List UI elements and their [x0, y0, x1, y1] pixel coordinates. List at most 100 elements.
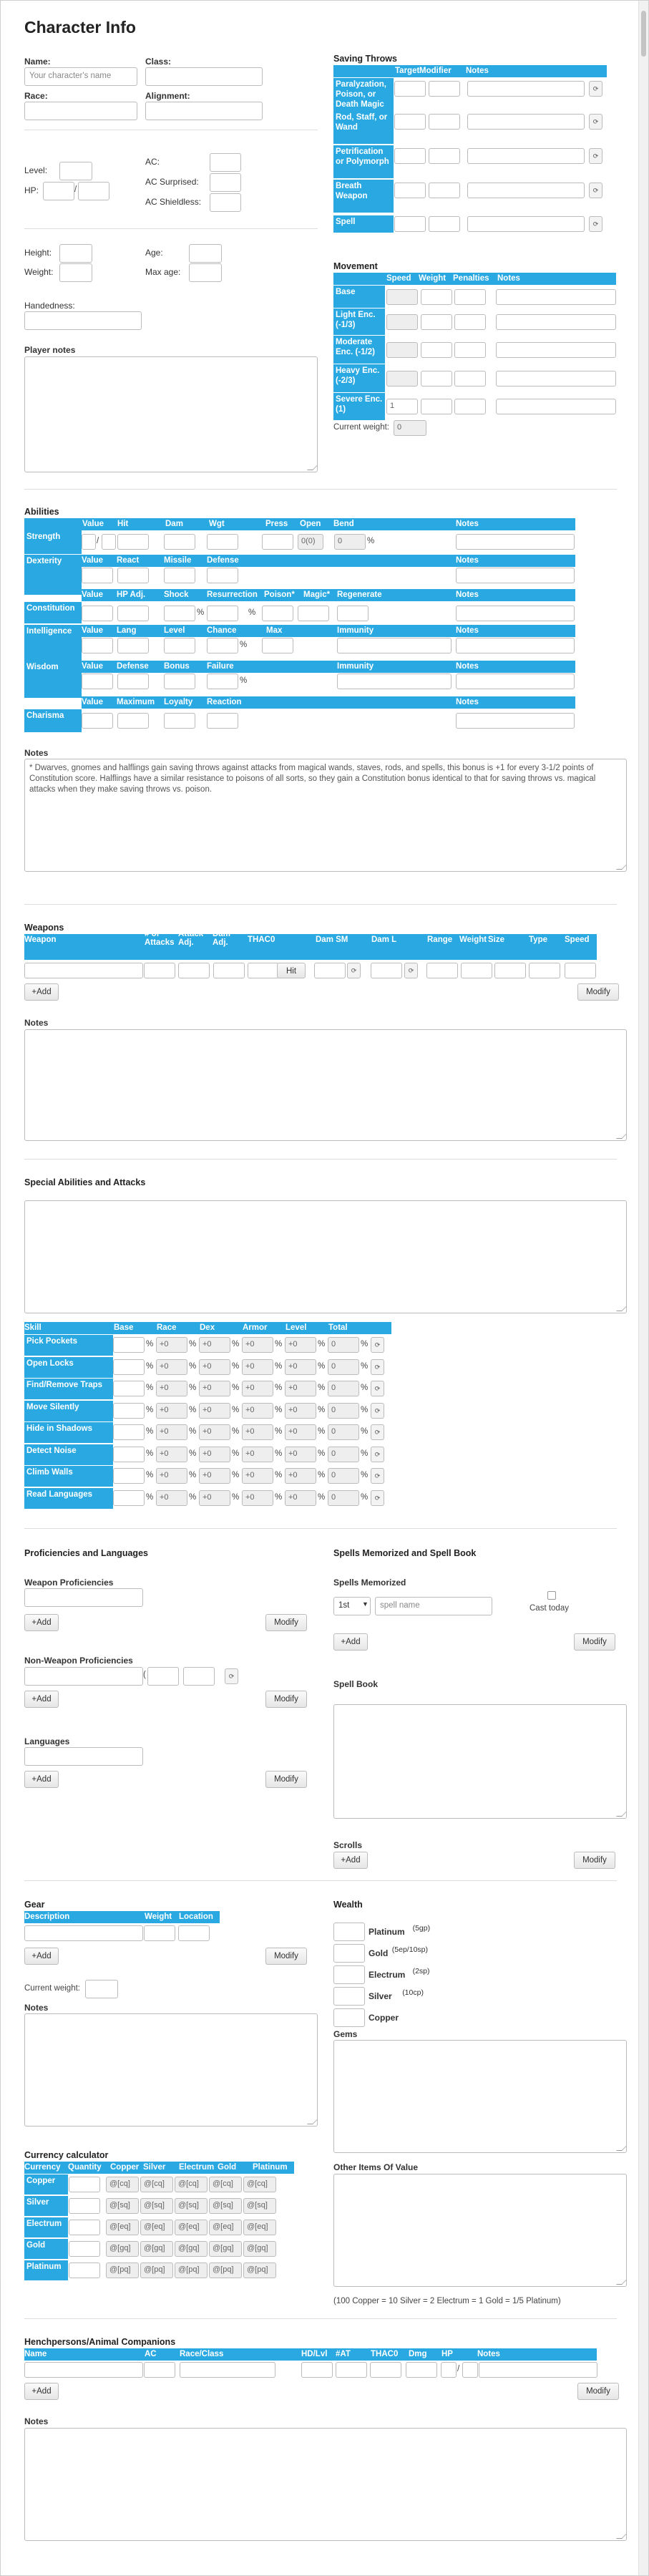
skill-level[interactable]: +0: [285, 1446, 316, 1462]
weapon-type[interactable]: [529, 963, 560, 978]
movement-penalties[interactable]: [454, 341, 486, 358]
recalculate-icon[interactable]: ⟳: [589, 183, 602, 198]
skill-base[interactable]: [113, 1359, 145, 1375]
currency-quantity[interactable]: [69, 2220, 100, 2235]
henchman-race-class[interactable]: [180, 2362, 275, 2378]
currency-conversion[interactable]: @[gq]: [140, 2241, 173, 2257]
skill-level[interactable]: +0: [285, 1402, 316, 1419]
add-gear-button[interactable]: +Add: [24, 1948, 59, 1965]
movement-penalties[interactable]: [454, 288, 486, 305]
skill-dex[interactable]: +0: [199, 1489, 230, 1506]
constitution-value[interactable]: [82, 606, 113, 621]
currency-conversion[interactable]: @[pq]: [243, 2262, 276, 2278]
skill-total[interactable]: 0: [328, 1468, 359, 1484]
movement-notes[interactable]: [496, 288, 616, 305]
dexterity-defense[interactable]: [207, 568, 238, 583]
currency-conversion[interactable]: @[eq]: [106, 2220, 139, 2235]
skill-total[interactable]: 0: [328, 1446, 359, 1462]
strength-value[interactable]: [82, 534, 96, 550]
currency-quantity[interactable]: [69, 2262, 100, 2278]
gear-current-weight-input[interactable]: [85, 1980, 118, 1998]
skill-race[interactable]: +0: [156, 1337, 187, 1353]
recalculate-icon[interactable]: ⟳: [589, 114, 602, 130]
charisma-maximum[interactable]: [117, 713, 149, 729]
currency-conversion[interactable]: @[cq]: [140, 2177, 173, 2192]
skill-level[interactable]: +0: [285, 1489, 316, 1506]
henchman-name[interactable]: [24, 2362, 143, 2378]
weapon-hit-button[interactable]: Hit: [277, 963, 306, 978]
constitution-magic[interactable]: [298, 606, 329, 621]
skill-armor[interactable]: +0: [242, 1337, 273, 1353]
movement-speed[interactable]: 1: [386, 399, 418, 414]
age-input[interactable]: [189, 244, 222, 263]
constitution-poison[interactable]: [262, 606, 293, 621]
movement-notes[interactable]: [496, 314, 616, 330]
max-age-input[interactable]: [189, 263, 222, 282]
skill-armor[interactable]: +0: [242, 1381, 273, 1396]
saving-throw-notes[interactable]: [467, 148, 585, 164]
add-weapon-proficiency-button[interactable]: +Add: [24, 1614, 59, 1631]
other-items-textarea[interactable]: [333, 2174, 627, 2287]
skill-base[interactable]: [113, 1381, 145, 1396]
movement-weight[interactable]: [421, 314, 452, 330]
henchman-attacks[interactable]: [336, 2362, 367, 2378]
skill-base[interactable]: [113, 1402, 145, 1419]
movement-weight[interactable]: [421, 288, 452, 305]
skill-base[interactable]: [113, 1489, 145, 1506]
strength-wgt[interactable]: [207, 534, 238, 550]
saving-throw-notes[interactable]: [467, 183, 585, 198]
currency-conversion[interactable]: @[sq]: [106, 2198, 139, 2214]
hp-max-input[interactable]: [78, 182, 109, 200]
intelligence-level[interactable]: [164, 638, 195, 653]
saving-throw-modifier[interactable]: [429, 216, 460, 232]
alignment-input[interactable]: [145, 102, 263, 120]
name-input[interactable]: Your character's name: [24, 67, 137, 86]
saving-throw-notes[interactable]: [467, 114, 585, 130]
weapon-dam-l[interactable]: [371, 963, 402, 978]
constitution-hp-adj[interactable]: [117, 606, 149, 621]
skill-total[interactable]: 0: [328, 1402, 359, 1419]
saving-throw-notes[interactable]: [467, 81, 585, 97]
henchman-hd[interactable]: [301, 2362, 333, 2378]
spellbook-textarea[interactable]: [333, 1704, 627, 1819]
skill-race[interactable]: +0: [156, 1468, 187, 1484]
henchmen-notes-textarea[interactable]: [24, 2428, 627, 2541]
recalculate-icon[interactable]: ⟳: [371, 1402, 384, 1419]
movement-penalties[interactable]: [454, 399, 486, 414]
gear-weight[interactable]: [144, 1925, 175, 1941]
saving-throw-modifier[interactable]: [429, 148, 460, 164]
nonweapon-proficiency-ability[interactable]: [147, 1667, 179, 1686]
skill-total[interactable]: 0: [328, 1381, 359, 1396]
modify-weapon-proficiency-button[interactable]: Modify: [265, 1614, 307, 1631]
skill-total[interactable]: 0: [328, 1359, 359, 1375]
movement-weight[interactable]: [421, 399, 452, 414]
movement-current-weight[interactable]: 0: [394, 420, 426, 436]
coin-silver-input[interactable]: [333, 1987, 365, 2006]
saving-throw-modifier[interactable]: [429, 114, 460, 130]
cast-today-checkbox[interactable]: [547, 1591, 556, 1600]
level-input[interactable]: [59, 162, 92, 180]
dexterity-notes[interactable]: [456, 568, 575, 583]
movement-penalties[interactable]: [454, 370, 486, 387]
currency-conversion[interactable]: @[gq]: [243, 2241, 276, 2257]
language-input[interactable]: [24, 1747, 143, 1766]
add-weapon-button[interactable]: +Add: [24, 983, 59, 1001]
wisdom-bonus[interactable]: [164, 674, 195, 689]
weapon-dam-sm[interactable]: [314, 963, 346, 978]
constitution-regenerate[interactable]: [337, 606, 369, 621]
weapon-range[interactable]: [426, 963, 458, 978]
wisdom-defense[interactable]: [117, 674, 149, 689]
currency-conversion[interactable]: @[sq]: [175, 2198, 208, 2214]
charisma-notes[interactable]: [456, 713, 575, 729]
charisma-value[interactable]: [82, 713, 113, 729]
recalculate-icon[interactable]: ⟳: [371, 1337, 384, 1353]
currency-conversion[interactable]: @[eq]: [140, 2220, 173, 2235]
weapon-weight[interactable]: [461, 963, 492, 978]
skill-race[interactable]: +0: [156, 1489, 187, 1506]
currency-conversion[interactable]: @[sq]: [140, 2198, 173, 2214]
henchman-dmg[interactable]: [406, 2362, 437, 2378]
weapon-attacks[interactable]: [144, 963, 175, 978]
nonweapon-proficiency-mod[interactable]: [183, 1667, 215, 1686]
ac-input[interactable]: [210, 153, 241, 172]
skill-base[interactable]: [113, 1337, 145, 1353]
